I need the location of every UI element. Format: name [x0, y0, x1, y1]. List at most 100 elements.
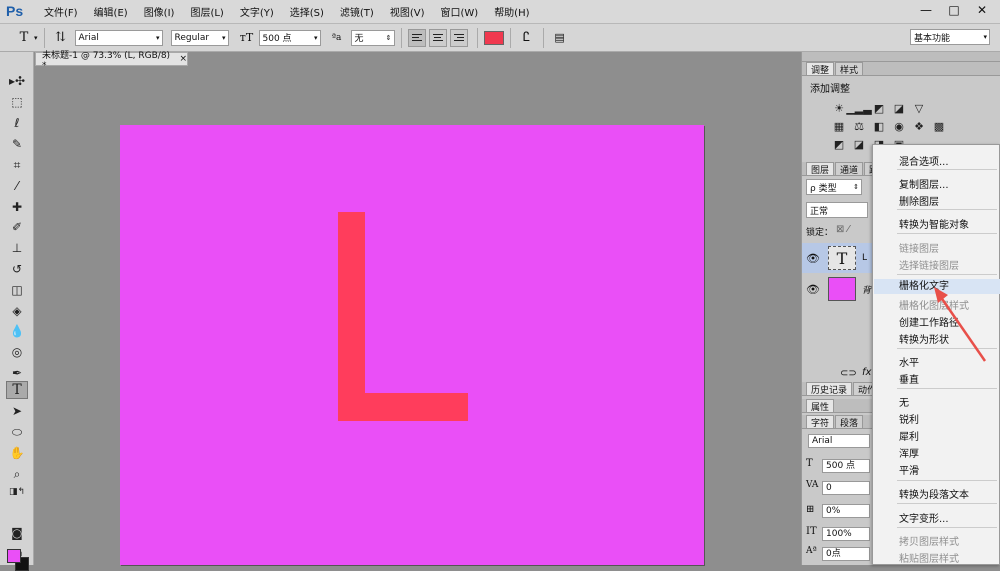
- eraser-tool-icon[interactable]: ◫: [6, 281, 28, 299]
- swap-colors-icon[interactable]: ◨↰: [6, 483, 28, 501]
- kerning-field[interactable]: 0: [822, 481, 870, 495]
- menu-window[interactable]: 窗口(W): [440, 4, 478, 19]
- document-canvas[interactable]: L: [120, 125, 704, 565]
- tab-character[interactable]: 字符: [806, 415, 835, 429]
- foreground-color-swatch[interactable]: [7, 549, 21, 563]
- zoom-tool-icon[interactable]: ⌕: [6, 465, 28, 483]
- document-tab[interactable]: 未标题-1 @ 73.3% (L, RGB/8) * ×: [35, 51, 188, 71]
- photo-filter-icon[interactable]: ◉: [892, 119, 906, 133]
- hue-saturation-icon[interactable]: ▦: [832, 119, 846, 133]
- menu-item-vertical[interactable]: 垂直: [899, 371, 919, 386]
- curves-icon[interactable]: ◩: [872, 101, 886, 115]
- vertical-scale-field[interactable]: 100%: [822, 527, 870, 541]
- menu-select[interactable]: 选择(S): [290, 4, 324, 19]
- link-layers-icon[interactable]: ⊂⊃: [840, 368, 857, 379]
- posterize-icon[interactable]: ◪: [852, 137, 866, 151]
- color-balance-icon[interactable]: ⚖: [852, 119, 866, 133]
- menu-edit[interactable]: 编辑(E): [94, 4, 128, 19]
- font-style-select[interactable]: Regular ▾: [170, 29, 229, 46]
- character-font-select[interactable]: Arial: [808, 434, 870, 448]
- layer-style-icon[interactable]: fx: [862, 367, 871, 378]
- preset-dropdown-arrow-icon[interactable]: ▾: [34, 34, 38, 42]
- menu-item-duplicate-layer[interactable]: 复制图层...: [899, 176, 949, 191]
- ellipse-tool-icon[interactable]: ⬭: [6, 423, 28, 441]
- font-size-select[interactable]: 500 点 ▾: [258, 29, 321, 46]
- menu-item-anti-alias-none[interactable]: 无: [899, 394, 909, 409]
- menu-file[interactable]: 文件(F): [44, 4, 78, 19]
- dodge-tool-icon[interactable]: ◎: [6, 343, 28, 361]
- hand-tool-icon[interactable]: ✋: [6, 444, 28, 462]
- tab-paragraph[interactable]: 段落: [835, 415, 864, 429]
- type-tool-icon[interactable]: T: [6, 381, 28, 399]
- align-center-button[interactable]: [428, 28, 447, 47]
- menu-item-delete-layer[interactable]: 删除图层: [899, 193, 939, 208]
- tab-history[interactable]: 历史记录: [806, 382, 853, 396]
- minimize-button[interactable]: —: [912, 0, 940, 20]
- quick-mask-icon[interactable]: ◙: [6, 524, 28, 542]
- menu-item-anti-alias-strong[interactable]: 浑厚: [899, 445, 919, 460]
- quick-select-tool-icon[interactable]: ✎: [6, 135, 28, 153]
- paint-bucket-tool-icon[interactable]: ◈: [6, 302, 28, 320]
- menu-item-anti-alias-crisp[interactable]: 犀利: [899, 428, 919, 443]
- align-right-button[interactable]: [449, 28, 468, 47]
- tab-properties[interactable]: 属性: [806, 399, 835, 413]
- move-tool-icon[interactable]: ▸✣: [6, 72, 28, 90]
- menu-item-anti-alias-sharp[interactable]: 锐利: [899, 411, 919, 426]
- text-color-swatch[interactable]: [483, 30, 504, 45]
- clone-stamp-tool-icon[interactable]: ⊥: [6, 239, 28, 257]
- pen-tool-icon[interactable]: ✒: [6, 364, 28, 382]
- workspace-select[interactable]: 基本功能 ▾: [910, 29, 990, 45]
- lock-icons[interactable]: ⊠ ⁄: [836, 224, 849, 235]
- tab-channels[interactable]: 通道: [835, 162, 864, 176]
- menu-type[interactable]: 文字(Y): [240, 4, 274, 19]
- menu-view[interactable]: 视图(V): [390, 4, 425, 19]
- menu-item-warp-text[interactable]: 文字变形...: [899, 510, 949, 525]
- black-white-icon[interactable]: ◧: [872, 119, 886, 133]
- tracking-field[interactable]: 0%: [822, 504, 870, 518]
- menu-item-convert-smart-object[interactable]: 转换为智能对象: [899, 216, 969, 231]
- lasso-tool-icon[interactable]: ℓ: [6, 114, 28, 132]
- eye-icon[interactable]: 👁: [802, 283, 824, 296]
- warp-text-icon[interactable]: Ꮭ: [517, 28, 537, 48]
- path-select-tool-icon[interactable]: ➤: [6, 402, 28, 420]
- menu-item-horizontal[interactable]: 水平: [899, 354, 919, 369]
- tab-styles[interactable]: 样式: [835, 62, 864, 76]
- history-brush-tool-icon[interactable]: ↺: [6, 260, 28, 278]
- menu-help[interactable]: 帮助(H): [494, 4, 529, 19]
- color-lookup-icon[interactable]: ▩: [932, 119, 946, 133]
- character-panel-toggle-icon[interactable]: ▤: [550, 28, 570, 48]
- maximize-button[interactable]: □: [940, 0, 968, 20]
- text-layer-L[interactable]: L: [338, 212, 468, 421]
- menu-filter[interactable]: 滤镜(T): [340, 4, 374, 19]
- menu-item-blending-options[interactable]: 混合选项...: [899, 153, 949, 168]
- menu-item-anti-alias-smooth[interactable]: 平滑: [899, 462, 919, 477]
- eyedropper-tool-icon[interactable]: ⁄: [6, 177, 28, 195]
- character-size-field[interactable]: 500 点: [822, 459, 870, 473]
- menu-item-convert-paragraph-text[interactable]: 转换为段落文本: [899, 486, 969, 501]
- brightness-icon[interactable]: ☀: [832, 101, 846, 115]
- invert-icon[interactable]: ◩: [832, 137, 846, 151]
- baseline-shift-field[interactable]: 0点: [822, 547, 870, 561]
- panel-collapse-bar[interactable]: [802, 52, 1000, 62]
- layer-filter-select[interactable]: ρ 类型 ⇕: [806, 179, 862, 195]
- align-left-button[interactable]: [407, 28, 426, 47]
- blend-mode-select[interactable]: 正常: [806, 202, 868, 218]
- font-family-select[interactable]: Arial ▾: [74, 29, 163, 46]
- anti-alias-select[interactable]: 无 ⇕: [350, 29, 395, 46]
- blur-tool-icon[interactable]: 💧: [6, 322, 28, 340]
- channel-mixer-icon[interactable]: ❖: [912, 119, 926, 133]
- brush-tool-icon[interactable]: ✐: [6, 218, 28, 236]
- close-document-icon[interactable]: ×: [179, 54, 187, 64]
- menu-layer[interactable]: 图层(L): [190, 4, 223, 19]
- tab-layers[interactable]: 图层: [806, 162, 835, 176]
- text-orientation-toggle-icon[interactable]: ⇅: [51, 28, 71, 48]
- menu-image[interactable]: 图像(I): [144, 4, 175, 19]
- crop-tool-icon[interactable]: ⌗: [6, 156, 28, 174]
- close-button[interactable]: ✕: [968, 0, 996, 20]
- eye-icon[interactable]: 👁: [802, 252, 824, 265]
- levels-icon[interactable]: ▁▂▃: [846, 101, 871, 115]
- vibrance-icon[interactable]: ▽: [912, 101, 926, 115]
- tab-adjustments[interactable]: 调整: [806, 62, 835, 76]
- type-tool-preset-icon[interactable]: T: [14, 28, 34, 48]
- healing-brush-tool-icon[interactable]: ✚: [6, 198, 28, 216]
